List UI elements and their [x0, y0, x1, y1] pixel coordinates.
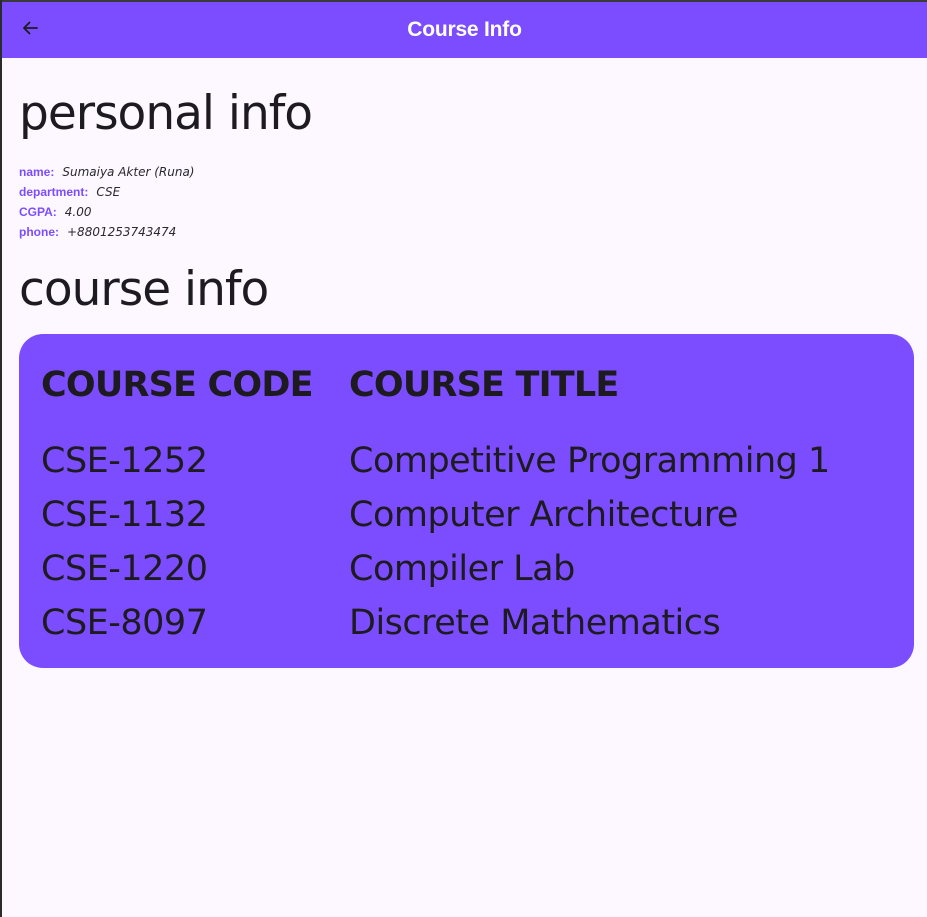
course-title-cell: Competitive Programming 1 — [349, 441, 830, 481]
table-row: CSE-1252 Competitive Programming 1 — [19, 434, 914, 488]
course-code-cell: CSE-1132 — [41, 495, 208, 535]
course-table-card: COURSE CODE COURSE TITLE CSE-1252 Compet… — [19, 334, 914, 668]
table-row: CSE-8097 Discrete Mathematics — [19, 596, 914, 650]
column-header-course-code: COURSE CODE — [41, 365, 314, 405]
column-header-course-title: COURSE TITLE — [349, 365, 619, 405]
info-value: Sumaiya Akter (Runa) — [62, 165, 195, 179]
course-code-cell: CSE-8097 — [41, 603, 208, 643]
info-label: CGPA: — [19, 205, 57, 219]
info-value: CSE — [96, 185, 121, 199]
info-label: department: — [19, 185, 89, 199]
personal-info-heading: personal info — [19, 86, 313, 141]
info-value: +8801253743474 — [67, 225, 177, 239]
info-label: name: — [19, 165, 55, 179]
info-row-cgpa: CGPA: 4.00 — [19, 202, 194, 222]
course-code-cell: CSE-1252 — [41, 441, 208, 481]
app-bar: Course Info — [2, 2, 927, 58]
course-info-heading: course info — [19, 262, 269, 317]
table-row: CSE-1132 Computer Architecture — [19, 488, 914, 542]
personal-info-list: name: Sumaiya Akter (Runa) department: CSE… — [19, 162, 194, 242]
info-value: 4.00 — [64, 205, 92, 219]
table-row: CSE-1220 Compiler Lab — [19, 542, 914, 596]
info-label: phone: — [19, 225, 59, 239]
course-title-cell: Discrete Mathematics — [349, 603, 721, 643]
course-code-cell: CSE-1220 — [41, 549, 208, 589]
course-title-cell: Computer Architecture — [349, 495, 738, 535]
info-row-name: name: Sumaiya Akter (Runa) — [19, 162, 194, 182]
info-row-phone: phone: +8801253743474 — [19, 222, 194, 242]
course-table-body: CSE-1252 Competitive Programming 1 CSE-1… — [19, 434, 914, 650]
app-window: Course Info personal info name: Sumaiya A… — [2, 2, 927, 917]
info-row-department: department: CSE — [19, 182, 194, 202]
page-title: Course Info — [407, 18, 522, 41]
course-title-cell: Compiler Lab — [349, 549, 575, 589]
